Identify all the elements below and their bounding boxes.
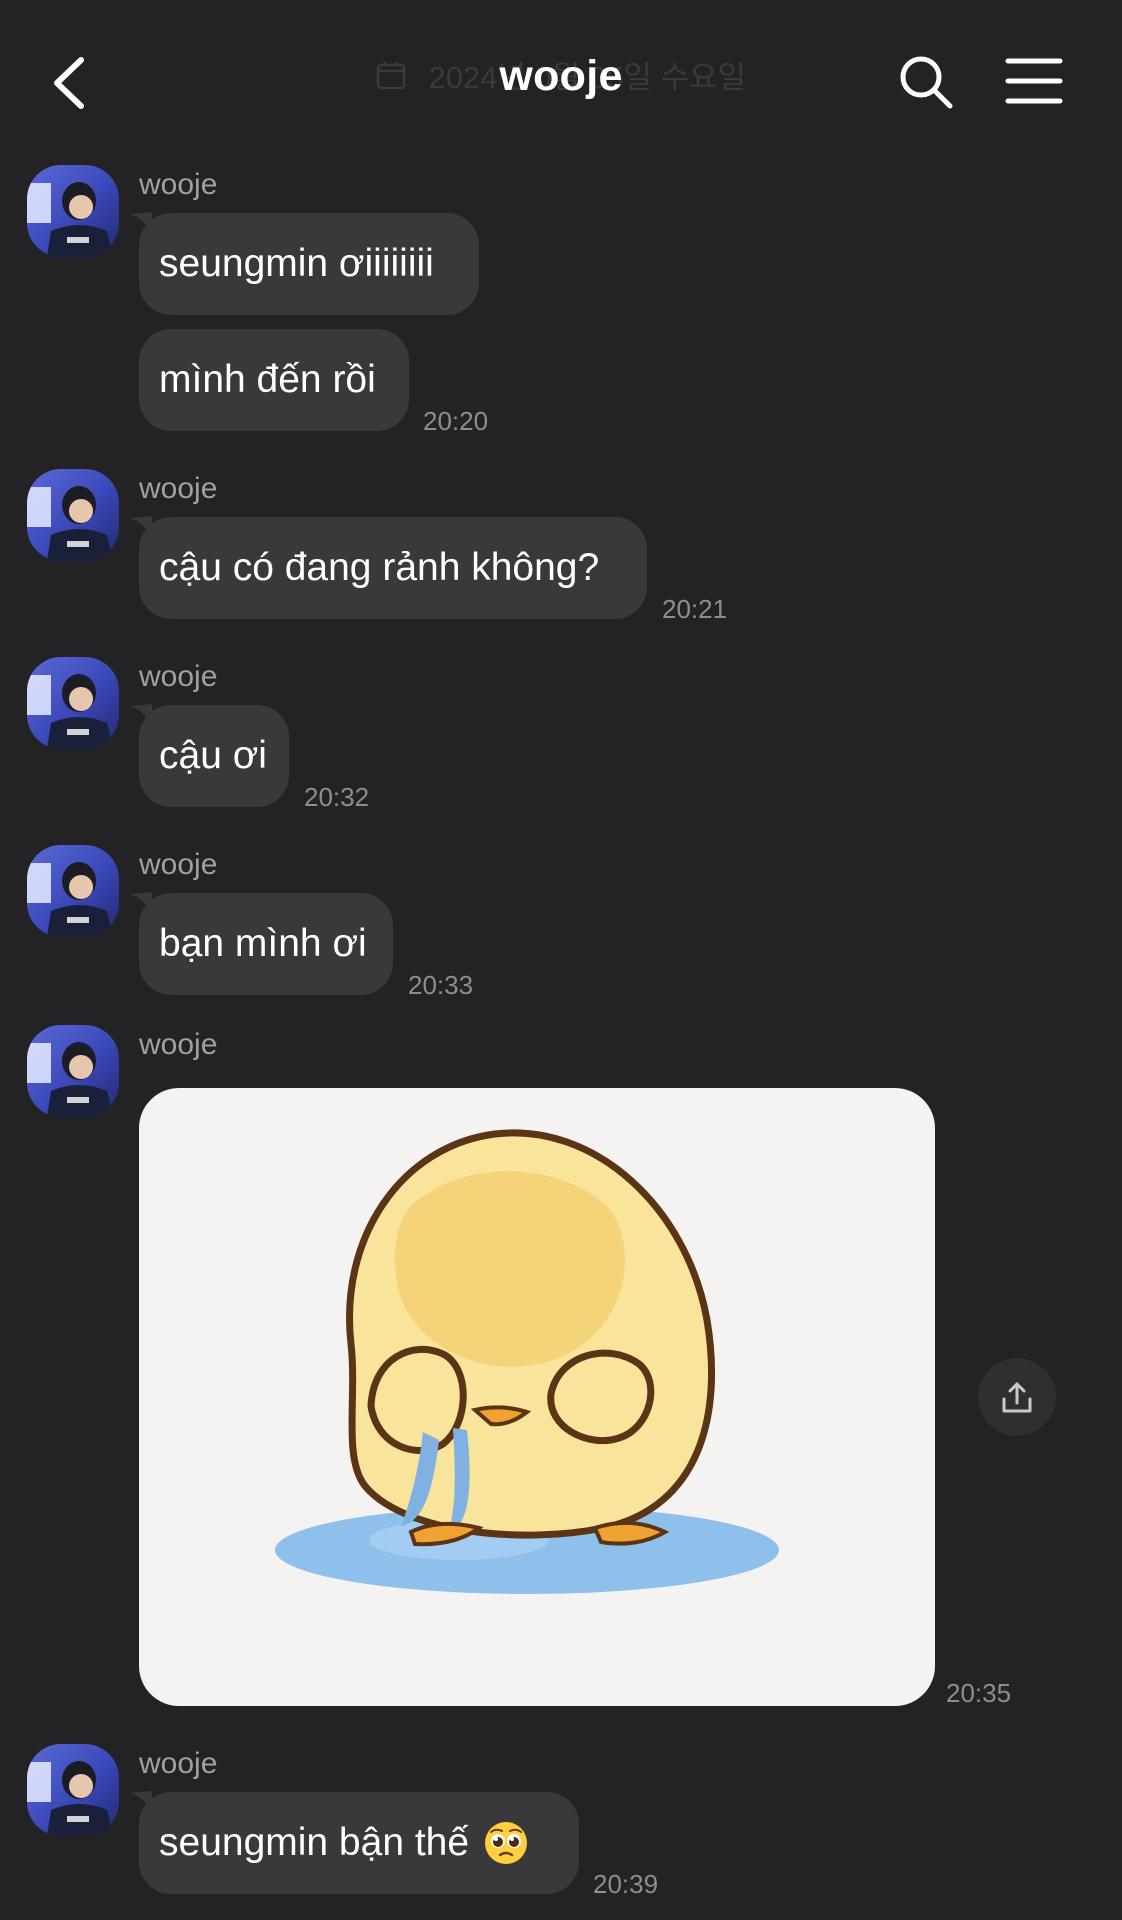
avatar[interactable]: [27, 1744, 119, 1836]
avatar-photo: [27, 674, 113, 749]
message-text: mình đến rồi: [159, 358, 376, 401]
sticker-message[interactable]: [139, 1088, 935, 1706]
message-bubble[interactable]: seungmin ơiiiiiiii: [139, 213, 479, 315]
message-text: seungmin bận thế: [159, 1821, 470, 1864]
message-time: 20:20: [423, 406, 489, 436]
message-time: 20:21: [662, 594, 728, 624]
message-bubble[interactable]: cậu ơi: [139, 705, 289, 807]
avatar-photo: [27, 1761, 113, 1836]
sender-name: wooje: [139, 848, 218, 881]
avatar[interactable]: [27, 1025, 119, 1117]
crying-duck-sticker: [275, 1129, 779, 1594]
message-bubble[interactable]: mình đến rồi: [139, 329, 409, 431]
avatar-photo: [27, 182, 113, 257]
avatar-photo: [27, 862, 113, 937]
menu-button[interactable]: [1004, 56, 1064, 106]
message-text: seungmin ơiiiiiiii: [159, 242, 434, 285]
message-text: cậu ơi: [159, 734, 267, 777]
avatar[interactable]: [27, 165, 119, 257]
search-button[interactable]: [896, 52, 956, 112]
sender-name: wooje: [139, 472, 218, 505]
avatar[interactable]: [27, 469, 119, 561]
share-button[interactable]: [978, 1358, 1056, 1436]
avatar[interactable]: [27, 845, 119, 937]
hamburger-menu-icon: [1005, 58, 1063, 104]
message-time: 20:33: [408, 970, 474, 1000]
chat-header: 2024년 0월 05일 수요일 wooje: [0, 0, 1122, 150]
sender-name: wooje: [139, 1747, 218, 1780]
sender-name: wooje: [139, 660, 218, 693]
message-bubble[interactable]: cậu có đang rảnh không?: [139, 517, 647, 619]
message-text: cậu có đang rảnh không?: [159, 546, 600, 589]
share-icon: [1002, 1382, 1032, 1413]
message-time: 20:35: [946, 1678, 1012, 1708]
message-bubble[interactable]: seungmin bận thế: [139, 1792, 579, 1894]
message-bubble[interactable]: bạn mình ơi: [139, 893, 393, 995]
message-time: 20:32: [304, 782, 370, 812]
message-time: 20:39: [593, 1869, 659, 1899]
sender-name: wooje: [139, 168, 218, 201]
sender-name: wooje: [139, 1028, 218, 1061]
avatar[interactable]: [27, 657, 119, 749]
avatar-photo: [27, 486, 113, 561]
search-icon: [900, 56, 953, 109]
chat-screen: 2024년 0월 05일 수요일 wooje wooje seungmin ơi…: [0, 0, 1122, 1920]
pleading-face-emoji: [485, 1822, 528, 1864]
avatar-photo: [27, 1042, 113, 1117]
message-text: bạn mình ơi: [159, 922, 367, 965]
